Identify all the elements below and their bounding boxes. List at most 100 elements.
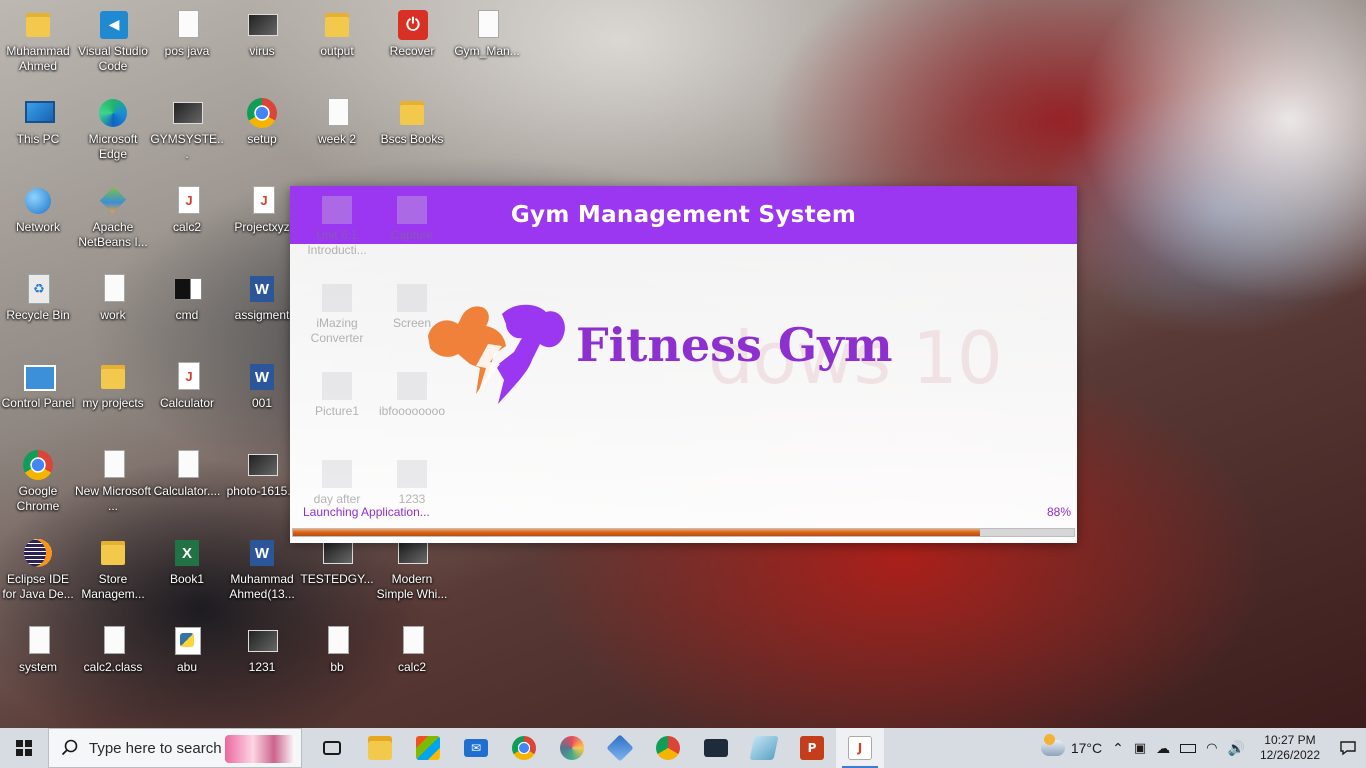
ghost-folder-icon [322, 196, 352, 224]
desktop-icon-abu[interactable]: abu [149, 618, 225, 698]
desktop-icon-calculator-class[interactable]: Calculator.... [149, 442, 225, 522]
chrome-icon [512, 736, 536, 760]
search-placeholder: Type here to search [89, 739, 222, 757]
desktop-icon-photo[interactable]: photo-1615... [224, 442, 300, 522]
desktop-icon-calc2-java[interactable]: calc2 [149, 178, 225, 258]
desktop-icon-cmd[interactable]: cmd [149, 266, 225, 346]
desktop-icon-calc2-class[interactable]: calc2.class [75, 618, 151, 698]
search-highlight-image [225, 735, 295, 763]
python-file-icon [170, 624, 204, 658]
notification-center-button[interactable] [1330, 728, 1366, 768]
desktop-icon-new-microsoft[interactable]: New Microsoft ... [75, 442, 151, 522]
desktop-icon-vscode[interactable]: Visual Studio Code [75, 2, 151, 82]
ghost-icon-imazing: iMazing Converter [299, 284, 375, 346]
image-file-icon [245, 8, 279, 42]
desktop-icon-gymsystem[interactable]: GYMSYSTE... [149, 90, 225, 170]
ghost-image-icon [397, 196, 427, 224]
control-panel-icon [21, 360, 56, 394]
desktop-icon-recover[interactable]: Recover [374, 2, 450, 82]
desktop-icon-eclipse[interactable]: Eclipse IDE for Java De... [0, 530, 76, 610]
desktop-icon-this-pc[interactable]: This PC [0, 90, 76, 170]
desktop-icon-output[interactable]: output [299, 2, 375, 82]
text-file-icon [170, 8, 204, 42]
brand-title: Fitness Gym [576, 318, 893, 372]
eclipse-icon [21, 536, 55, 570]
desktop-icon-calculator-java[interactable]: Calculator [149, 354, 225, 434]
desktop-icon-control-panel[interactable]: Control Panel [0, 354, 76, 434]
desktop-icon-gym-man[interactable]: Gym_Man... [449, 2, 525, 82]
desktop-icon-store-management[interactable]: Store Managem... [75, 530, 151, 610]
weather-widget[interactable]: 17°C [1036, 728, 1107, 768]
desktop-icon-muhammad-ahmed[interactable]: Muhammad Ahmed [0, 2, 76, 82]
desktop-icon-netbeans[interactable]: Apache NetBeans I... [75, 178, 151, 258]
desktop-icon-google-chrome[interactable]: Google Chrome [0, 442, 76, 522]
taskbar-mysql[interactable] [692, 728, 740, 768]
desktop-icon-muhammad-ahmed-doc[interactable]: Muhammad Ahmed(13... [224, 530, 300, 610]
word-file-icon [245, 536, 279, 570]
tray-volume[interactable]: 🔊 [1223, 728, 1250, 768]
start-button[interactable] [0, 728, 48, 768]
desktop-icon-calc2-txt[interactable]: calc2 [374, 618, 450, 698]
ghost-icon-picture1: Picture1 [299, 372, 375, 419]
desktop-icon-001[interactable]: 001 [224, 354, 300, 434]
desktop-icon-pos-java[interactable]: pos java [149, 2, 225, 82]
desktop-icon-book1[interactable]: Book1 [149, 530, 225, 610]
desktop-icon-my-projects[interactable]: my projects [75, 354, 151, 434]
desktop-icon-network[interactable]: Network [0, 178, 76, 258]
desktop-icon-work[interactable]: work [75, 266, 151, 346]
taskbar-file-explorer[interactable] [356, 728, 404, 768]
cmd-icon [170, 272, 204, 306]
taskbar-java-app[interactable]: J [836, 728, 884, 768]
taskbar-chrome[interactable] [500, 728, 548, 768]
loading-progress-fill [293, 529, 981, 536]
splash-window: Gym Management System Unit 6.1 Introduct… [290, 186, 1077, 543]
excel-file-icon [170, 536, 204, 570]
tray-meet-now[interactable]: ▣ [1129, 728, 1151, 768]
taskbar-virtualbox[interactable] [596, 728, 644, 768]
taskbar-clock[interactable]: 10:27 PM 12/26/2022 [1250, 728, 1330, 768]
desktop-icon-virus[interactable]: virus [224, 2, 300, 82]
java-file-icon [170, 184, 204, 218]
ghost-label: 1233 [398, 492, 426, 506]
taskbar-task-view[interactable] [308, 728, 356, 768]
blank-file-icon [96, 624, 130, 658]
text-file-icon [395, 624, 429, 658]
weather-temperature: 17°C [1070, 740, 1103, 756]
show-hidden-icons-button[interactable]: ⌃ [1107, 728, 1129, 768]
taskbar-chrome-profile[interactable] [644, 728, 692, 768]
document-thumbnail-icon [96, 448, 130, 482]
speaker-icon: 🔊 [1227, 739, 1245, 756]
powerpoint-icon: P [800, 736, 824, 760]
taskbar-paint[interactable] [548, 728, 596, 768]
desktop-icon-1231[interactable]: 1231 [224, 618, 300, 698]
taskbar-search-box[interactable]: Type here to search [48, 728, 302, 768]
notes-icon [749, 736, 779, 760]
document-thumbnail-icon [320, 96, 354, 130]
notification-icon [1340, 741, 1356, 756]
search-icon [61, 739, 78, 756]
splash-body: Unit 6.1 Introducti... Capture iMazing C… [290, 196, 1077, 543]
desktop-icon-bscs-books[interactable]: Bscs Books [374, 90, 450, 170]
desktop-icon-edge[interactable]: Microsoft Edge [75, 90, 151, 170]
desktop-icon-recycle-bin[interactable]: Recycle Bin [0, 266, 76, 346]
ghost-file-icon [322, 460, 352, 488]
taskbar: Type here to search ✉ P J 17°C ⌃ ▣ ☁ ◠ 🔊… [0, 728, 1366, 768]
brand-text: Fitness Gym [576, 318, 893, 372]
taskbar-mail[interactable]: ✉ [452, 728, 500, 768]
taskbar-microsoft-store[interactable] [404, 728, 452, 768]
desktop-icon-week-2[interactable]: week 2 [299, 90, 375, 170]
desktop-icon-assigment[interactable]: assigment [224, 266, 300, 346]
tray-wifi[interactable]: ◠ [1201, 728, 1222, 768]
desktop-icon-projectxyz[interactable]: Projectxyz [224, 178, 300, 258]
tray-battery[interactable] [1175, 728, 1201, 768]
taskbar-notes[interactable] [740, 728, 788, 768]
tray-onedrive[interactable]: ☁ [1151, 728, 1175, 768]
image-file-icon [245, 624, 279, 658]
desktop-icon-bb[interactable]: bb [299, 618, 375, 698]
desktop-icon-setup[interactable]: setup [224, 90, 300, 170]
user-folder-icon [21, 8, 55, 42]
chrome-setup-icon [245, 96, 279, 130]
taskbar-powerpoint[interactable]: P [788, 728, 836, 768]
blank-file-icon [170, 448, 204, 482]
desktop-icon-system[interactable]: system [0, 618, 76, 698]
